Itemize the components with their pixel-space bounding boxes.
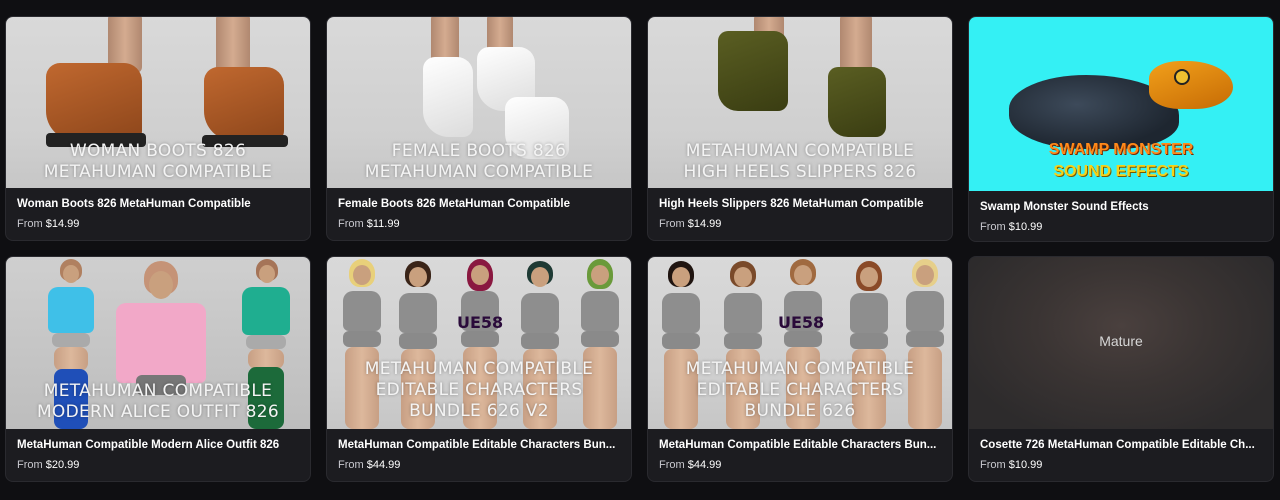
product-thumbnail-blurred[interactable]: Mature [969, 257, 1273, 429]
product-price: From $14.99 [659, 218, 722, 230]
product-card[interactable]: FEMALE BOOTS 826 METAHUMAN COMPATIBLE Fe… [326, 16, 632, 241]
slipper-image [828, 67, 886, 137]
product-thumbnail[interactable]: METAHUMAN COMPATIBLE MODERN ALICE OUTFIT… [6, 257, 310, 429]
product-price: From $44.99 [338, 459, 401, 471]
product-thumbnail[interactable]: WOMAN BOOTS 826 METAHUMAN COMPATIBLE [6, 17, 310, 188]
product-card[interactable]: METAHUMAN COMPATIBLE MODERN ALICE OUTFIT… [5, 256, 311, 482]
product-grid: WOMAN BOOTS 826 METAHUMAN COMPATIBLE Wom… [0, 0, 1280, 500]
product-price: From $20.99 [17, 459, 80, 471]
product-title[interactable]: MetaHuman Compatible Editable Characters… [659, 439, 941, 451]
slipper-image [718, 31, 788, 111]
product-price: From $11.99 [338, 218, 400, 230]
monster-eye [1174, 69, 1190, 85]
mature-content-label: Mature [1099, 333, 1143, 349]
version-badge: UE58 [778, 313, 825, 332]
thumbnail-overlay-text: METAHUMAN COMPATIBLE EDITABLE CHARACTERS… [364, 359, 594, 421]
product-thumbnail[interactable]: FEMALE BOOTS 826 METAHUMAN COMPATIBLE [327, 17, 631, 188]
product-title[interactable]: MetaHuman Compatible Editable Characters… [338, 439, 620, 451]
product-price: From $14.99 [17, 218, 80, 230]
product-title[interactable]: Swamp Monster Sound Effects [980, 201, 1262, 213]
product-card[interactable]: Mature Cosette 726 MetaHuman Compatible … [968, 256, 1274, 482]
monster-head [1149, 61, 1233, 109]
product-price: From $10.99 [980, 221, 1043, 233]
product-card[interactable]: WOMAN BOOTS 826 METAHUMAN COMPATIBLE Wom… [5, 16, 311, 241]
product-title[interactable]: Woman Boots 826 MetaHuman Compatible [17, 198, 299, 210]
product-price: From $10.99 [980, 459, 1043, 471]
boot-image [423, 57, 473, 137]
product-card[interactable]: METAHUMAN COMPATIBLE HIGH HEELS SLIPPERS… [647, 16, 953, 241]
product-card[interactable]: SWAMP MONSTER SOUND EFFECTS Swamp Monste… [968, 16, 1274, 242]
thumbnail-overlay-text: FEMALE BOOTS 826 METAHUMAN COMPATIBLE [364, 141, 594, 182]
product-thumbnail[interactable]: METAHUMAN COMPATIBLE HIGH HEELS SLIPPERS… [648, 17, 952, 188]
product-title[interactable]: Cosette 726 MetaHuman Compatible Editabl… [980, 439, 1262, 451]
version-badge: UE58 [457, 313, 504, 332]
product-title[interactable]: Female Boots 826 MetaHuman Compatible [338, 198, 620, 210]
thumbnail-overlay-text: SWAMP MONSTER [1048, 141, 1194, 158]
thumbnail-overlay-text: WOMAN BOOTS 826 METAHUMAN COMPATIBLE [43, 141, 273, 182]
thumbnail-overlay-text: METAHUMAN COMPATIBLE EDITABLE CHARACTERS… [685, 359, 915, 421]
leg-image [840, 17, 872, 73]
thumbnail-overlay-text: SOUND EFFECTS [1053, 163, 1189, 180]
product-card[interactable]: UE58 METAHUMAN COMPATIBLE EDITABLE CHARA… [326, 256, 632, 482]
product-card[interactable]: UE58 METAHUMAN COMPATIBLE EDITABLE CHARA… [647, 256, 953, 482]
boot-image [46, 63, 142, 141]
product-title[interactable]: High Heels Slippers 826 MetaHuman Compat… [659, 198, 941, 210]
thumbnail-overlay-text: METAHUMAN COMPATIBLE MODERN ALICE OUTFIT… [36, 381, 280, 422]
product-thumbnail[interactable]: UE58 METAHUMAN COMPATIBLE EDITABLE CHARA… [648, 257, 952, 429]
product-title[interactable]: MetaHuman Compatible Modern Alice Outfit… [17, 439, 299, 451]
boot-image [204, 67, 284, 141]
product-price: From $44.99 [659, 459, 722, 471]
leg-image [216, 17, 250, 73]
product-thumbnail[interactable]: SWAMP MONSTER SOUND EFFECTS [969, 17, 1273, 191]
product-thumbnail[interactable]: UE58 METAHUMAN COMPATIBLE EDITABLE CHARA… [327, 257, 631, 429]
thumbnail-overlay-text: METAHUMAN COMPATIBLE HIGH HEELS SLIPPERS… [683, 141, 917, 182]
